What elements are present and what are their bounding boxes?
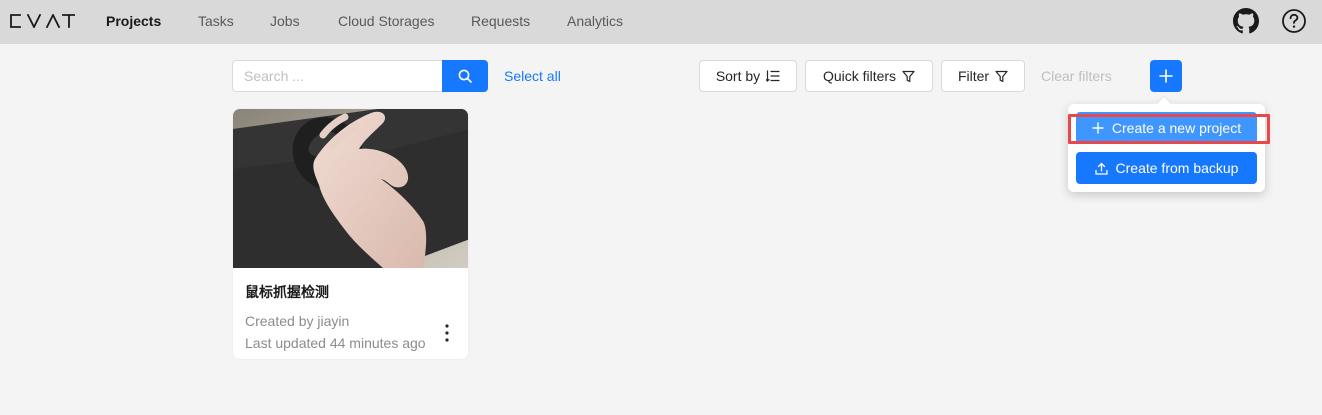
project-last-updated: Last updated 44 minutes ago	[245, 335, 426, 351]
nav-requests[interactable]: Requests	[471, 0, 530, 44]
plus-icon	[1159, 69, 1173, 83]
sort-by-button[interactable]: Sort by	[699, 60, 797, 92]
filter-icon	[902, 70, 915, 82]
sort-by-label: Sort by	[715, 68, 761, 84]
nav-projects[interactable]: Projects	[106, 0, 161, 44]
project-search	[232, 60, 488, 92]
quick-filters-button[interactable]: Quick filters	[805, 60, 933, 92]
help-icon[interactable]	[1281, 8, 1307, 34]
create-new-project-button[interactable]: Create a new project	[1076, 112, 1257, 144]
nav-cloud-storages[interactable]: Cloud Storages	[338, 0, 435, 44]
filter-button[interactable]: Filter	[941, 60, 1025, 92]
project-card[interactable]: 鼠标抓握检测 Created by jiayin Last updated 44…	[232, 108, 469, 360]
search-input[interactable]	[232, 60, 442, 92]
search-icon	[458, 69, 472, 83]
sort-list-icon	[766, 70, 780, 82]
upload-icon	[1094, 162, 1108, 175]
create-menu-button[interactable]	[1150, 60, 1182, 92]
cvat-logo[interactable]	[9, 14, 75, 28]
clear-filters-button[interactable]: Clear filters	[1041, 60, 1112, 92]
more-actions-icon[interactable]	[439, 321, 455, 345]
project-title[interactable]: 鼠标抓握检测	[245, 282, 329, 302]
nav-jobs[interactable]: Jobs	[270, 0, 300, 44]
plus-icon	[1092, 122, 1104, 134]
nav-analytics[interactable]: Analytics	[567, 0, 623, 44]
github-icon[interactable]	[1233, 8, 1259, 34]
top-navigation-bar: Projects Tasks Jobs Cloud Storages Reque…	[0, 0, 1322, 44]
filter-icon	[995, 70, 1008, 82]
nav-tasks[interactable]: Tasks	[198, 0, 234, 44]
quick-filters-label: Quick filters	[822, 68, 897, 84]
create-from-backup-label: Create from backup	[1115, 160, 1239, 176]
search-button[interactable]	[442, 60, 488, 92]
filter-label: Filter	[957, 68, 990, 84]
project-preview-image[interactable]	[233, 109, 469, 268]
create-from-backup-button[interactable]: Create from backup	[1076, 152, 1257, 184]
create-new-project-label: Create a new project	[1111, 120, 1242, 136]
select-all-link[interactable]: Select all	[504, 60, 561, 92]
project-created-by: Created by jiayin	[245, 313, 350, 329]
